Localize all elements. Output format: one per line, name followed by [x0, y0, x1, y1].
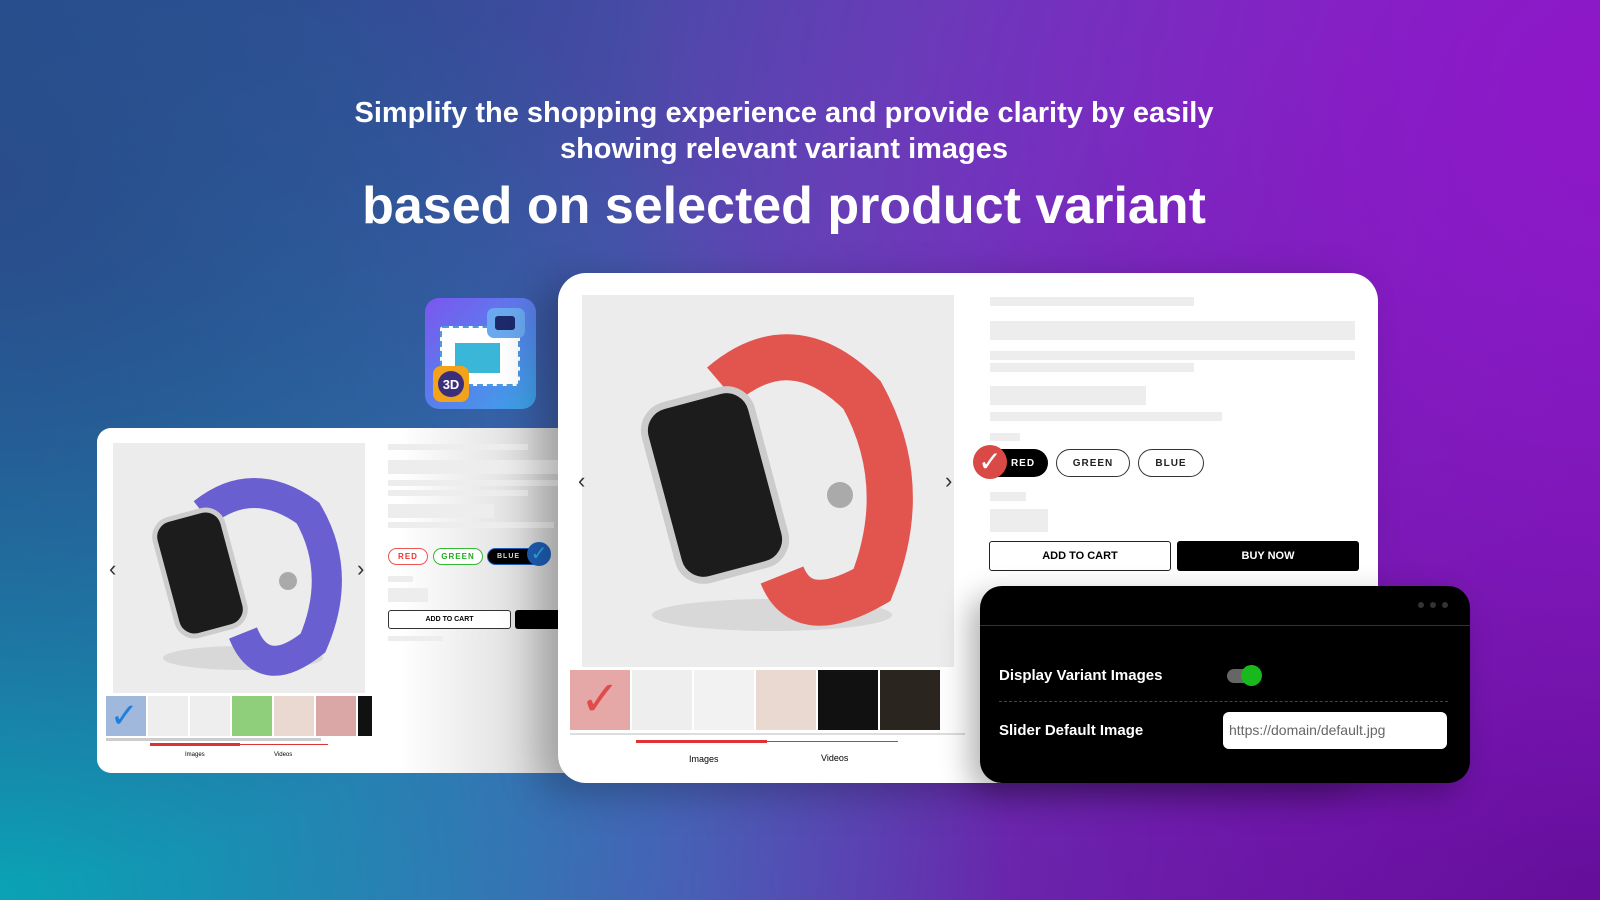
prev-arrow-icon[interactable]: ‹	[109, 556, 116, 582]
tab-videos[interactable]: Videos	[821, 753, 848, 763]
headline-line-2: showing relevant variant images	[559, 133, 1009, 165]
display-variant-images-toggle[interactable]	[1227, 665, 1262, 686]
display-variant-images-label: Display Variant Images	[999, 667, 1163, 684]
thumbnail-dark[interactable]	[358, 696, 372, 736]
thumbnail-white[interactable]	[694, 670, 754, 730]
thumbnail-scrollbar[interactable]	[570, 733, 965, 735]
3d-badge: 3D	[438, 371, 464, 397]
watch-red-image	[640, 334, 913, 631]
main-product-image	[582, 295, 954, 667]
settings-panel: Display Variant Images Slider Default Im…	[980, 586, 1470, 783]
tab-videos[interactable]: Videos	[274, 752, 292, 758]
thumbnail-wrist[interactable]	[274, 696, 314, 736]
thumbnail-purple[interactable]	[148, 696, 188, 736]
slider-default-image-input[interactable]: https://domain/default.jpg	[1223, 712, 1447, 749]
variant-red[interactable]: RED	[388, 548, 428, 565]
main-product-image	[113, 443, 365, 693]
thumbnail-watchface[interactable]	[818, 670, 878, 730]
watch-blue-image	[152, 478, 342, 676]
more-options-icon[interactable]	[1418, 602, 1448, 608]
next-arrow-icon[interactable]: ›	[945, 468, 952, 494]
thumbnail-black[interactable]	[190, 696, 230, 736]
thumbnail-closeup[interactable]	[880, 670, 940, 730]
thumbnail-blue-selected[interactable]: ✓	[106, 696, 146, 736]
thumbnail-red[interactable]	[316, 696, 356, 736]
tab-images[interactable]: Images	[185, 752, 205, 758]
thumbnail-scrollbar[interactable]	[106, 738, 321, 741]
headline-line-1: Simplify the shopping experience and pro…	[354, 97, 1214, 129]
add-to-cart-button[interactable]: ADD TO CART	[388, 610, 511, 629]
thumbnail-green[interactable]	[232, 696, 272, 736]
variant-blue[interactable]: BLUE	[1138, 449, 1204, 477]
variant-green[interactable]: GREEN	[1056, 449, 1130, 477]
selected-check-icon: ✓	[527, 542, 551, 566]
headline-subtitle: Simplify the shopping experience and pro…	[0, 95, 1568, 167]
selected-check-icon: ✓	[973, 445, 1007, 479]
add-to-cart-button[interactable]: ADD TO CART	[989, 541, 1171, 571]
slider-default-image-label: Slider Default Image	[999, 722, 1144, 739]
thumbnail-red-selected[interactable]: ✓	[570, 670, 630, 730]
thumbnail-wrist[interactable]	[756, 670, 816, 730]
headline-title: based on selected product variant	[362, 177, 1206, 235]
next-arrow-icon[interactable]: ›	[357, 556, 364, 582]
left-product-card: ‹ › RED GREEN BLUE ✓ ADD TO CART ✓ Image…	[97, 428, 577, 773]
buy-now-button[interactable]: BUY NOW	[1177, 541, 1359, 571]
app-logo-icon: 3D	[425, 298, 536, 409]
variant-green[interactable]: GREEN	[433, 548, 483, 565]
tab-images[interactable]: Images	[689, 754, 719, 764]
prev-arrow-icon[interactable]: ‹	[578, 468, 585, 494]
thumbnail-black[interactable]	[632, 670, 692, 730]
